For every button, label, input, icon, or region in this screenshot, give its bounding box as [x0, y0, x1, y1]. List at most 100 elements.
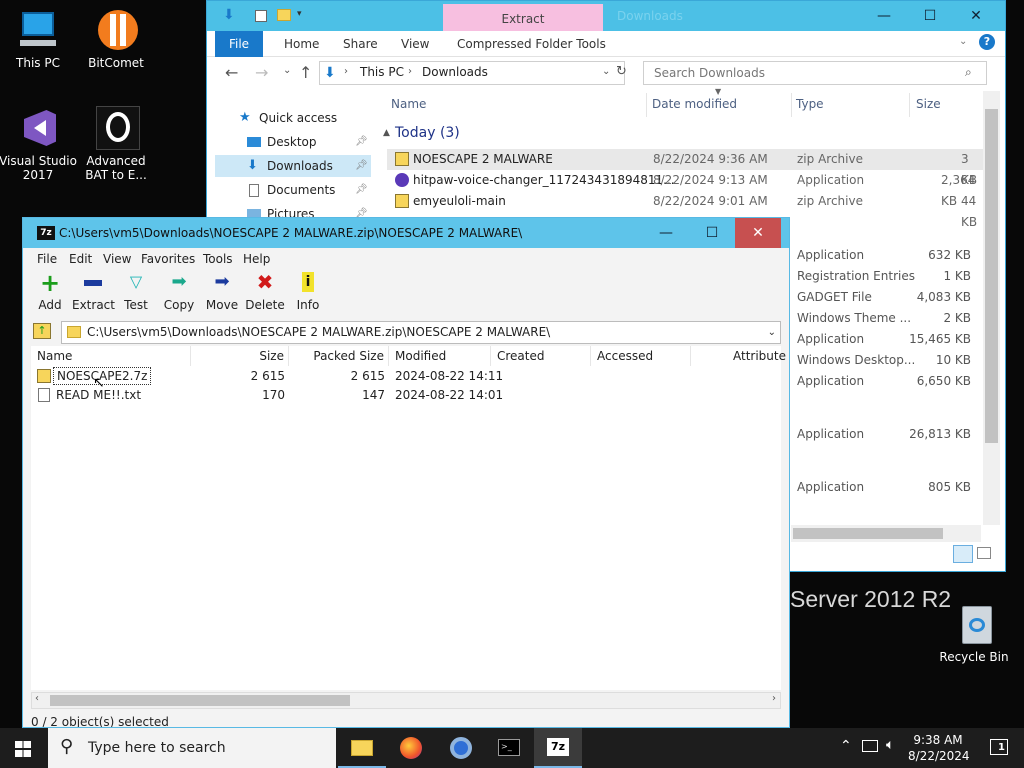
desktop-icon-visual-studio[interactable]: Visual Studio 2017 [0, 106, 80, 182]
archive-row[interactable]: NOESCAPE2.7z 2 615 2 615 2024-08-22 14:1… [31, 366, 789, 386]
path-dropdown-icon[interactable]: ⌄ [768, 322, 776, 343]
tab-view[interactable]: View [401, 31, 429, 57]
column-header-attributes[interactable]: Attribute [691, 346, 789, 366]
menu-favorites[interactable]: Favorites [141, 250, 195, 268]
scrollbar-thumb[interactable] [793, 528, 943, 539]
start-button[interactable] [0, 728, 48, 768]
column-header-packed-size[interactable]: Packed Size [289, 346, 389, 366]
file-row[interactable]: Application 805 KB [795, 477, 985, 498]
file-row[interactable]: NOESCAPE 2 MALWARE 8/22/2024 9:36 AM zip… [387, 149, 987, 187]
delete-button[interactable]: ✖ Delete [244, 272, 286, 312]
horizontal-scrollbar[interactable] [791, 525, 981, 542]
address-bar[interactable]: ⬇ › This PC › Downloads ⌄ ↻ [319, 61, 627, 85]
details-view-icon[interactable] [953, 545, 973, 563]
taskbar-command-prompt[interactable]: >_ [484, 728, 532, 768]
vertical-scrollbar[interactable] [983, 91, 1000, 525]
scrollbar-thumb[interactable] [50, 695, 350, 706]
menu-view[interactable]: View [103, 250, 131, 268]
minimize-button[interactable]: — [643, 218, 689, 248]
chevron-down-icon[interactable]: ⌄ [959, 36, 967, 47]
desktop-icon-bitcomet[interactable]: BitComet [74, 8, 158, 70]
path-bar[interactable]: C:\Users\vm5\Downloads\NOESCAPE 2 MALWAR… [61, 321, 781, 344]
file-row[interactable]: emyeuloli-main 8/22/2024 9:01 AM zip Arc… [387, 191, 987, 229]
taskbar-7zip[interactable]: 7z [534, 728, 582, 768]
tab-share[interactable]: Share [343, 31, 378, 57]
search-input[interactable]: Search Downloads [643, 61, 987, 85]
menu-edit[interactable]: Edit [69, 250, 92, 268]
taskbar-file-explorer[interactable] [338, 728, 386, 768]
customize-toolbar-icon[interactable]: ▾ [297, 9, 307, 21]
breadcrumb-downloads[interactable]: Downloads [422, 65, 488, 79]
column-header-name[interactable]: Name [31, 346, 191, 366]
menu-file[interactable]: File [37, 250, 57, 268]
up-icon[interactable]: ↑ [299, 63, 312, 82]
new-folder-icon[interactable] [277, 9, 291, 21]
move-button[interactable]: ➡ Move [201, 272, 243, 313]
close-button[interactable]: ✕ [735, 218, 781, 248]
file-row[interactable]: Application 632 KB [795, 245, 985, 266]
ribbon-context-tab[interactable]: Extract [443, 4, 603, 31]
action-center-button[interactable]: 1 [976, 728, 1024, 768]
column-header-size[interactable]: Size [916, 93, 976, 117]
file-row[interactable]: Application 26,813 KB [795, 424, 985, 445]
maximize-button[interactable]: ☐ [689, 218, 735, 248]
back-icon[interactable]: ← [225, 63, 238, 82]
nav-item-downloads[interactable]: ⬇ Downloads 📌︎ [215, 155, 371, 177]
column-header-type[interactable]: Type [796, 93, 910, 117]
recent-locations-icon[interactable]: ⌄ [283, 65, 291, 76]
group-collapse-icon[interactable]: ▲ [383, 128, 390, 138]
file-row[interactable]: Registration Entries 1 KB [795, 266, 985, 287]
breadcrumb-this-pc[interactable]: This PC [360, 65, 404, 79]
taskbar-chrome[interactable] [436, 728, 484, 768]
large-icons-view-icon[interactable] [977, 547, 991, 559]
scrollbar-thumb[interactable] [985, 109, 998, 443]
nav-item-desktop[interactable]: Desktop 📌︎ [215, 131, 371, 153]
address-dropdown-icon[interactable]: ⌄ [602, 66, 610, 77]
up-folder-icon[interactable]: ↑ [33, 323, 51, 339]
nav-item-documents[interactable]: Documents 📌︎ [215, 179, 371, 201]
file-row[interactable]: Application 15,465 KB [795, 329, 985, 350]
copy-button[interactable]: ➡ Copy [158, 272, 200, 313]
extract-button[interactable]: Extract [72, 272, 115, 312]
column-header-accessed[interactable]: Accessed [591, 346, 691, 366]
group-header-today[interactable]: Today (3) [395, 125, 460, 141]
maximize-button[interactable]: ☐ [907, 1, 953, 31]
network-icon[interactable] [862, 740, 878, 752]
tab-file[interactable]: File [215, 31, 263, 57]
file-row[interactable]: hitpaw-voice-changer_117243431894811... … [387, 170, 987, 208]
add-button[interactable]: + Add [29, 271, 71, 312]
help-icon[interactable]: ? [979, 34, 995, 50]
forward-icon[interactable]: → [255, 63, 268, 82]
taskbar-firefox[interactable] [386, 728, 434, 768]
file-row[interactable]: Application 6,650 KB [795, 371, 985, 392]
desktop-icon-advanced-bat[interactable]: Advanced BAT to E... [74, 106, 158, 182]
file-row[interactable]: Windows Desktop... 10 KB [795, 350, 985, 371]
properties-icon[interactable] [255, 10, 267, 22]
scroll-right-icon[interactable]: › [772, 693, 776, 704]
archive-row[interactable]: READ ME!!.txt 170 147 2024-08-22 14:01 [31, 385, 789, 405]
column-header-modified[interactable]: Modified [389, 346, 491, 366]
menu-tools[interactable]: Tools [203, 250, 233, 268]
desktop-icon-this-pc[interactable]: This PC [0, 8, 80, 70]
down-arrow-icon[interactable]: ⬇ [223, 8, 237, 22]
column-header-date-modified[interactable]: Date modified [652, 93, 792, 117]
show-hidden-icons-icon[interactable]: ⌃ [840, 738, 852, 754]
column-header-created[interactable]: Created [491, 346, 591, 366]
file-row[interactable]: GADGET File 4,083 KB [795, 287, 985, 308]
column-header-name[interactable]: Name [391, 93, 647, 117]
close-button[interactable]: ✕ [953, 1, 999, 31]
scroll-left-icon[interactable]: ‹ [35, 693, 39, 704]
taskbar-search-box[interactable]: Type here to search [48, 728, 336, 768]
tab-compressed-folder-tools[interactable]: Compressed Folder Tools [457, 31, 606, 57]
column-header-size[interactable]: Size [191, 346, 289, 366]
tab-home[interactable]: Home [284, 31, 319, 57]
volume-icon[interactable]: 🔈︎ [886, 737, 894, 753]
menu-help[interactable]: Help [243, 250, 270, 268]
taskbar-clock[interactable]: 9:38 AM 8/22/2024 [908, 732, 970, 764]
test-button[interactable]: ▽ Test [115, 272, 157, 313]
minimize-button[interactable]: — [861, 1, 907, 31]
file-row[interactable]: Windows Theme ... 2 KB [795, 308, 985, 329]
nav-item-quick-access[interactable]: ★ Quick access [215, 107, 371, 129]
info-button[interactable]: i Info [287, 272, 329, 312]
refresh-icon[interactable]: ↻ [616, 64, 627, 79]
